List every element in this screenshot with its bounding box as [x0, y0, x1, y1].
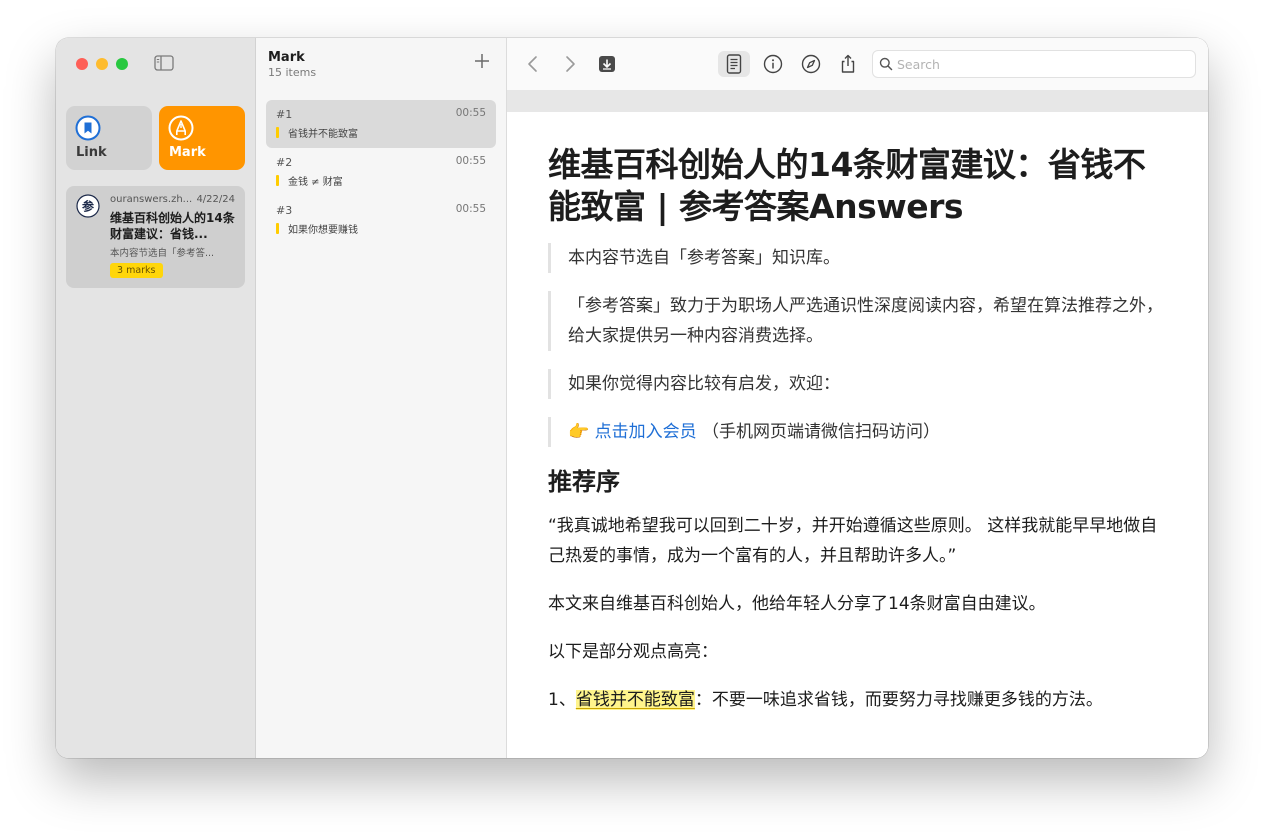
article-content: 维基百科创始人的14条财富建议：省钱不能致富 | 参考答案Answers 本内容… [548, 145, 1168, 733]
paragraph: 本文来自维基百科创始人，他给年轻人分享了14条财富自由建议。 [548, 594, 1046, 614]
highlight-color-bar [276, 175, 279, 186]
toolbar [507, 38, 1208, 90]
article-card[interactable]: 参 ouranswers.zh... 4/22/24 维基百科创始人的14条财富… [66, 186, 245, 288]
blockquote: 本内容节选自「参考答案」知识库。 [548, 243, 1168, 273]
compass-icon[interactable] [800, 53, 822, 75]
category-mark-label: Mark [169, 145, 206, 160]
mark-item[interactable]: #1 00:55 省钱并不能致富 [266, 100, 496, 148]
pointing-hand-emoji: 👉 [568, 422, 590, 442]
document-icon [726, 54, 742, 74]
list-count: 15 items [268, 66, 317, 79]
add-icon[interactable] [474, 53, 490, 69]
sidebar: Link Mark 参 ouranswers.zh... 4/22/24 维基百… [56, 38, 256, 758]
bookmark-icon [75, 115, 101, 141]
back-icon[interactable] [522, 53, 544, 75]
minimize-window-button[interactable] [96, 58, 108, 70]
site-favicon-icon: 参 [76, 194, 100, 218]
mark-time: 00:55 [455, 155, 486, 167]
card-date: 4/22/24 [196, 194, 235, 205]
zoom-window-button[interactable] [116, 58, 128, 70]
close-window-button[interactable] [76, 58, 88, 70]
reader-pane: 维基百科创始人的14条财富建议：省钱不能致富 | 参考答案Answers 本内容… [507, 38, 1208, 758]
reader-mode-button[interactable] [718, 51, 750, 77]
card-domain: ouranswers.zh... [110, 194, 193, 205]
category-link-label: Link [76, 145, 107, 160]
svg-text:参: 参 [82, 199, 95, 214]
section-heading: 推荐序 [548, 468, 620, 496]
card-title: 维基百科创始人的14条财富建议：省钱... [110, 211, 235, 241]
app-window: Link Mark 参 ouranswers.zh... 4/22/24 维基百… [56, 38, 1208, 758]
marks-count-badge: 3 marks [110, 263, 163, 278]
paragraph-text: ：不要一味追求省钱，而要努力寻找赚更多钱的方法。 [694, 690, 1103, 710]
forward-icon[interactable] [559, 53, 581, 75]
mark-number: #1 [276, 108, 293, 121]
article-title: 维基百科创始人的14条财富建议：省钱不能致富 | 参考答案Answers [548, 145, 1146, 226]
paragraph: 1、省钱并不能致富：不要一味追求省钱，而要努力寻找赚更多钱的方法。 [548, 685, 1168, 715]
mark-text: 金钱 ≠ 财富 [288, 177, 343, 188]
mark-time: 00:55 [455, 107, 486, 119]
mark-item[interactable]: #3 00:55 如果你想要赚钱 [266, 196, 496, 244]
search-icon [879, 57, 893, 71]
join-member-link[interactable]: 点击加入会员 [595, 422, 697, 442]
link-note: （手机网页端请微信扫码访问） [701, 422, 940, 442]
blockquote: 👉 点击加入会员 （手机网页端请微信扫码访问） [548, 417, 1168, 447]
paragraph: 以下是部分观点高亮： [548, 642, 718, 662]
highlight-color-bar [276, 223, 279, 234]
search-input[interactable] [897, 53, 1187, 75]
mark-time: 00:55 [455, 203, 486, 215]
paragraph: “我真诚地希望我可以回到二十岁，并开始遵循这些原则。 这样我就能早早地做自己热爱… [548, 516, 1158, 566]
highlight-color-bar [276, 127, 279, 138]
marks-list-panel: Mark 15 items #1 00:55 省钱并不能致富 #2 00:55 … [256, 38, 507, 758]
category-link[interactable]: Link [66, 106, 152, 170]
mark-text: 省钱并不能致富 [288, 129, 358, 140]
blockquote: 如果你觉得内容比较有启发，欢迎： [548, 369, 1168, 399]
pen-icon [168, 115, 194, 141]
list-title: Mark [268, 50, 305, 65]
mark-item[interactable]: #2 00:55 金钱 ≠ 财富 [266, 148, 496, 196]
blockquote: 「参考答案」致力于为职场人严选通识性深度阅读内容，希望在算法推荐之外，给大家提供… [548, 291, 1168, 351]
download-icon[interactable] [596, 53, 618, 75]
reader-top-strip [507, 90, 1208, 112]
info-icon[interactable] [762, 53, 784, 75]
list-prefix: 1、 [548, 690, 576, 710]
mark-number: #2 [276, 156, 293, 169]
mark-text: 如果你想要赚钱 [288, 225, 358, 236]
card-excerpt: 本内容节选自「参考答... [110, 248, 215, 259]
highlighted-text[interactable]: 省钱并不能致富 [575, 690, 695, 710]
sidebar-toggle-icon[interactable] [154, 55, 174, 71]
share-icon[interactable] [837, 53, 859, 75]
search-field[interactable] [872, 50, 1196, 78]
mark-number: #3 [276, 204, 293, 217]
category-mark[interactable]: Mark [159, 106, 245, 170]
